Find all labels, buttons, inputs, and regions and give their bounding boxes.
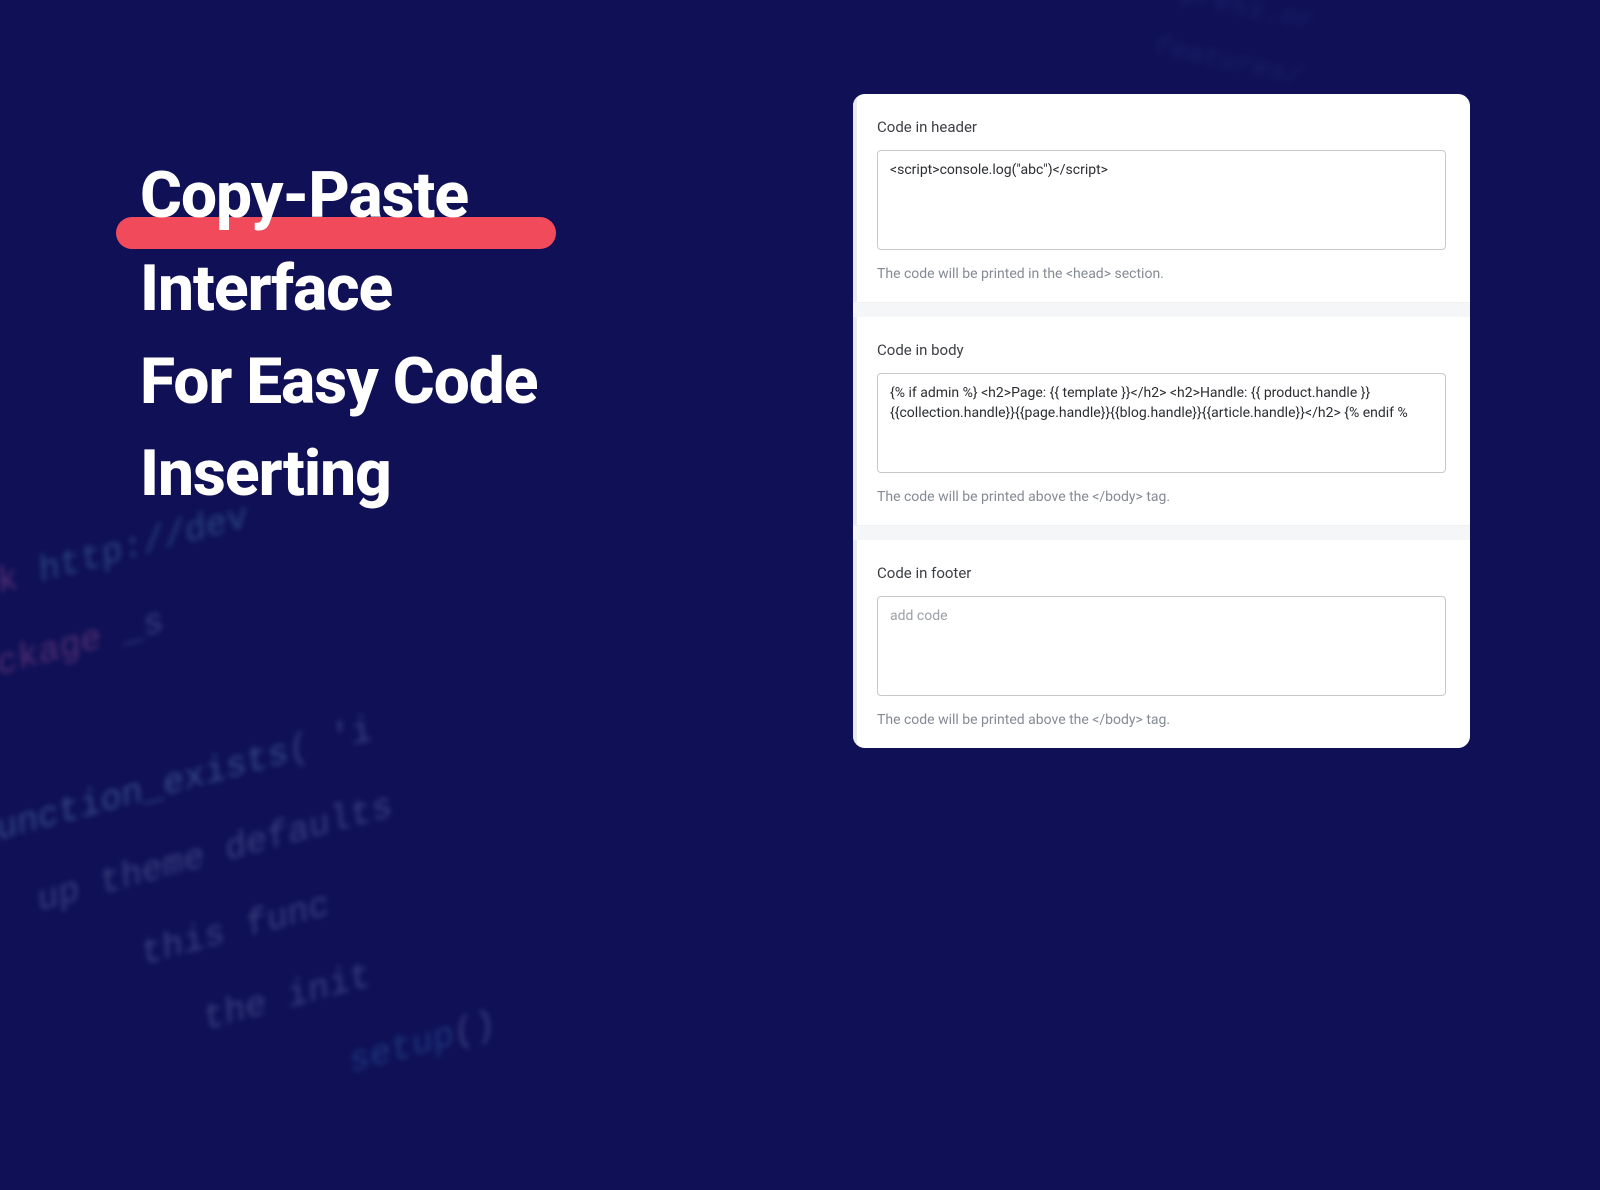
headline-line-4: Inserting [140, 428, 537, 521]
label-code-header: Code in header [877, 118, 1446, 136]
card-accent [853, 94, 857, 302]
headline-line-3: For Easy Code [140, 336, 537, 429]
headline-line-2: Interface [140, 243, 537, 336]
label-code-body: Code in body [877, 341, 1446, 359]
code-insert-panel: Code in header The code will be printed … [853, 94, 1470, 748]
textarea-code-header[interactable] [877, 150, 1446, 250]
headline: Copy-Paste Interface For Easy Code Inser… [140, 150, 537, 521]
headline-highlight: Copy-Paste [140, 150, 468, 243]
helper-code-footer: The code will be printed above the </bod… [877, 712, 1446, 728]
card-code-footer: Code in footer The code will be printed … [853, 540, 1470, 748]
card-accent [853, 317, 857, 525]
card-accent [853, 540, 857, 748]
card-code-header: Code in header The code will be printed … [853, 94, 1470, 303]
helper-code-body: The code will be printed above the </bod… [877, 489, 1446, 505]
textarea-code-footer[interactable] [877, 596, 1446, 696]
helper-code-header: The code will be printed in the <head> s… [877, 266, 1446, 282]
textarea-code-body[interactable] [877, 373, 1446, 473]
label-code-footer: Code in footer [877, 564, 1446, 582]
card-code-body: Code in body The code will be printed ab… [853, 317, 1470, 526]
headline-line-1: Copy-Paste [140, 158, 468, 233]
